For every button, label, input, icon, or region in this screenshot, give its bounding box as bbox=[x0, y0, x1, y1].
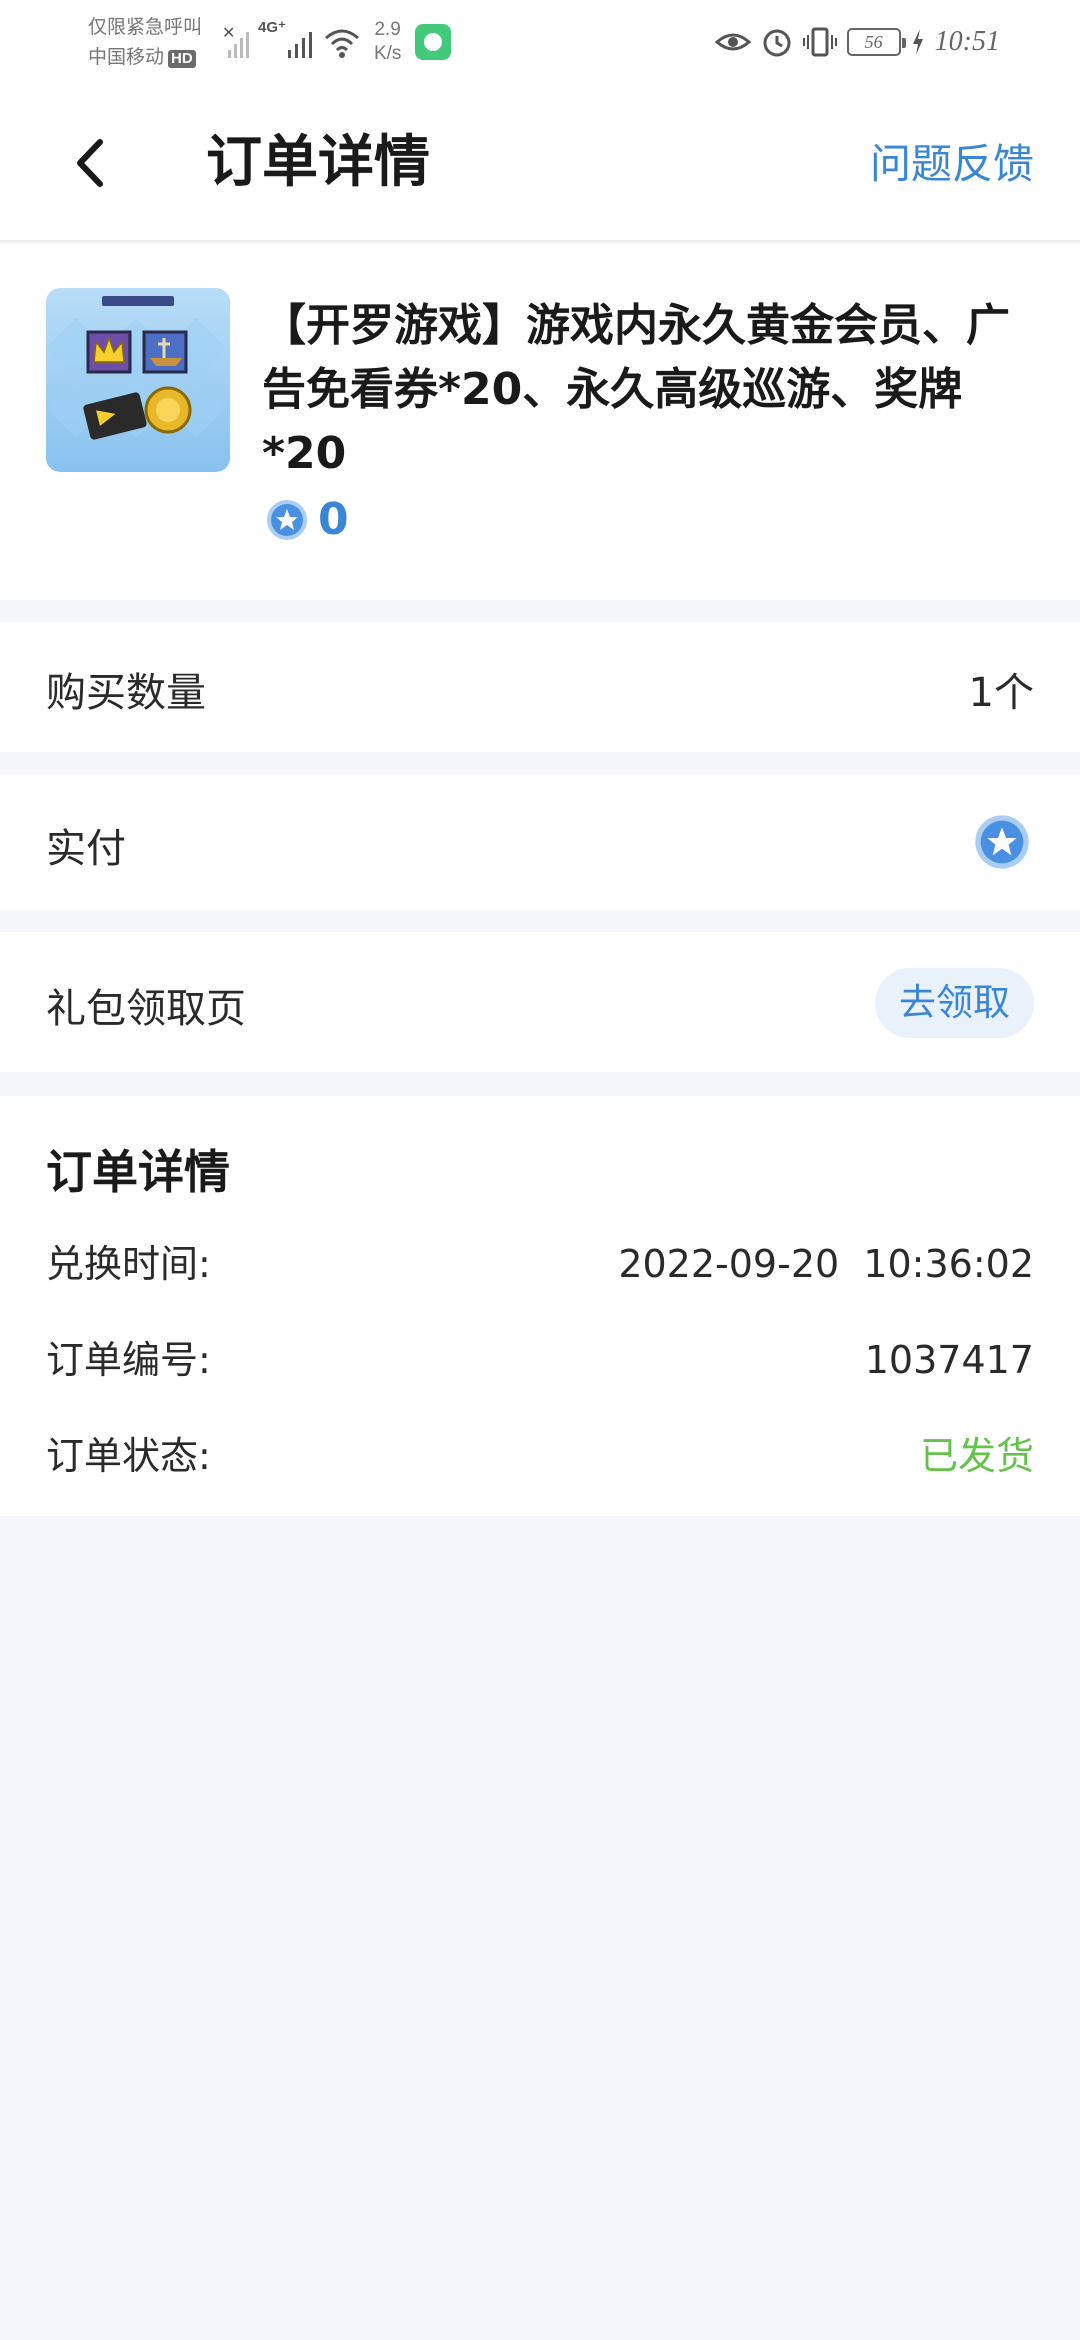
section-heading: 订单详情 bbox=[46, 1145, 230, 1199]
detail-row-status: 订单状态: 已发货 bbox=[0, 1426, 1080, 1486]
detail-row-time: 兑换时间: 2022-09-20 10:36:02 bbox=[0, 1234, 1080, 1294]
feedback-link[interactable]: 问题反馈 bbox=[870, 136, 1034, 192]
paid-label: 实付 bbox=[46, 826, 126, 872]
signal-icon bbox=[287, 32, 312, 58]
speed-unit: K/s bbox=[373, 43, 402, 64]
quantity-label: 购买数量 bbox=[46, 670, 206, 716]
exchange-time-value: 2022-09-20 10:36:02 bbox=[618, 1242, 1034, 1286]
paid-row: 实付 bbox=[0, 774, 1080, 910]
chevron-left-icon bbox=[77, 139, 103, 187]
detail-label: 兑换时间: bbox=[46, 1242, 211, 1286]
price-row: 0 bbox=[266, 498, 349, 542]
battery-indicator: 56 bbox=[846, 28, 906, 56]
speed-value: 2.9 bbox=[374, 19, 401, 40]
svg-text:✕: ✕ bbox=[222, 23, 235, 42]
detail-row-order-number: 订单编号: 1037417 bbox=[0, 1330, 1080, 1390]
order-details-section: 订单详情 兑换时间: 2022-09-20 10:36:02 订单编号: 103… bbox=[0, 1096, 1080, 1516]
system-icons: 56 10:51 bbox=[714, 18, 1000, 66]
network-icons: ✕ 4G⁺ 2.9 K/s bbox=[222, 18, 452, 66]
no-signal-icon: ✕ bbox=[222, 23, 249, 58]
quantity-row: 购买数量 1个 bbox=[0, 622, 1080, 752]
gift-row: 礼包领取页 去领取 bbox=[0, 932, 1080, 1072]
product-card: 【开罗游戏】游戏内永久黄金会员、广告免看券*20、永久高级巡游、奖牌*20 0 bbox=[0, 244, 1080, 600]
nav-header: 订单详情 问题反馈 bbox=[0, 84, 1080, 242]
clock: 10:51 bbox=[934, 26, 1000, 57]
price-value: 0 bbox=[318, 494, 349, 545]
product-thumbnail bbox=[46, 288, 230, 472]
eye-icon bbox=[714, 33, 751, 51]
carrier-info: 仅限紧急呼叫 中国移动 HD bbox=[88, 12, 228, 72]
order-number-value: 1037417 bbox=[864, 1338, 1034, 1382]
network-type: 4G⁺ bbox=[258, 19, 286, 36]
order-status-value: 已发货 bbox=[919, 1434, 1034, 1478]
wifi-icon bbox=[324, 29, 359, 58]
charging-icon bbox=[912, 29, 923, 55]
game-items-image bbox=[46, 296, 226, 440]
quantity-value: 1个 bbox=[968, 670, 1034, 716]
claim-button[interactable]: 去领取 bbox=[875, 968, 1034, 1038]
emergency-only-text: 仅限紧急呼叫 bbox=[88, 16, 203, 38]
star-coin-icon bbox=[267, 500, 307, 540]
app-notification-icon bbox=[415, 24, 452, 60]
carrier-line: 中国移动 HD bbox=[88, 42, 228, 72]
alarm-icon bbox=[763, 29, 791, 57]
network-speed: 2.9 K/s bbox=[374, 18, 401, 66]
vibrate-icon bbox=[802, 27, 837, 57]
carrier-name: 中国移动 bbox=[88, 46, 165, 68]
page-title: 订单详情 bbox=[206, 130, 430, 195]
status-bar: 仅限紧急呼叫 中国移动 HD ✕ 4G⁺ 2.9 K/s 56 10:51 bbox=[0, 0, 1080, 84]
product-title: 【开罗游戏】游戏内永久黄金会员、广告免看券*20、永久高级巡游、奖牌*20 bbox=[262, 300, 1010, 479]
star-coin-icon bbox=[975, 815, 1029, 869]
gift-label: 礼包领取页 bbox=[46, 986, 246, 1032]
hd-badge: HD bbox=[168, 50, 196, 68]
detail-label: 订单状态: bbox=[46, 1434, 211, 1478]
detail-label: 订单编号: bbox=[46, 1338, 211, 1382]
back-button[interactable] bbox=[60, 128, 120, 198]
